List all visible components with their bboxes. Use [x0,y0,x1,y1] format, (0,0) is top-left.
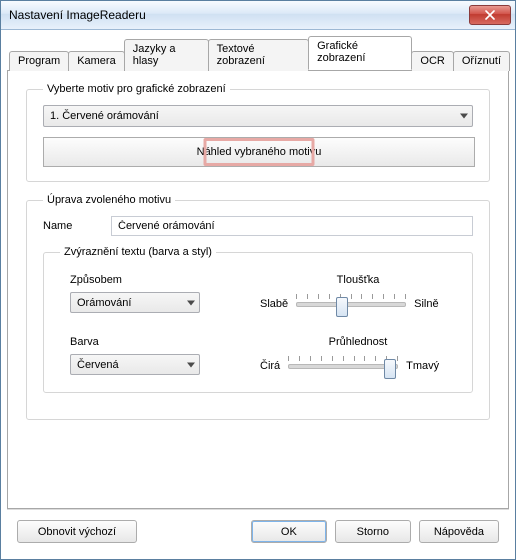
motive-legend: Vyberte motiv pro grafické zobrazení [43,83,230,95]
opacity-label: Průhlednost [260,336,456,348]
color-combo-value: Červená [77,359,119,371]
ok-button[interactable]: OK [251,520,327,543]
name-row: Name [43,216,473,236]
thickness-label: Tloušťka [260,274,456,286]
edit-motive-group: Úprava zvoleného motivu Name Zvýraznění … [26,194,490,420]
settings-window: Nastavení ImageReaderu Program Kamera Ja… [0,0,516,560]
opacity-max-label: Tmavý [406,360,439,372]
chevron-down-icon [460,114,468,119]
close-icon [485,10,495,20]
tab-jazyky[interactable]: Jazyky a hlasy [124,39,209,71]
name-label: Name [43,220,103,232]
highlight-style-group: Zvýraznění textu (barva a styl) Způsobem… [43,246,473,393]
tab-kamera[interactable]: Kamera [68,51,125,71]
method-combo-value: Orámování [77,297,131,309]
edit-motive-legend: Úprava zvoleného motivu [43,194,175,206]
method-label: Způsobem [70,274,240,286]
restore-defaults-button[interactable]: Obnovit výchozí [17,520,137,543]
color-label: Barva [70,336,240,348]
dialog-footer: Obnovit výchozí OK Storno Nápověda [7,509,509,553]
thickness-slider-wrap: Slabě Silně [260,292,456,316]
opacity-cell: Průhlednost Čirá Tmavý [260,336,456,378]
chevron-down-icon [187,362,195,367]
motive-group: Vyberte motiv pro grafické zobrazení 1. … [26,83,490,182]
tab-page-graficke: Vyberte motiv pro grafické zobrazení 1. … [7,71,509,509]
window-title: Nastavení ImageReaderu [9,8,469,22]
highlight-annotation [204,138,315,166]
client-area: Program Kamera Jazyky a hlasy Textové zo… [1,30,515,559]
close-button[interactable] [469,5,511,25]
tab-strip: Program Kamera Jazyky a hlasy Textové zo… [7,36,509,71]
motive-combo-value: 1. Červené orámování [50,110,159,122]
thickness-max-label: Silně [414,298,438,310]
help-button[interactable]: Nápověda [419,520,499,543]
thickness-cell: Tloušťka Slabě Silně [260,274,456,316]
name-input[interactable] [111,216,473,236]
preview-motive-label: Náhled vybraného motivu [193,144,326,160]
opacity-slider[interactable] [288,354,398,378]
tab-oriznuti[interactable]: Oříznutí [453,51,510,71]
opacity-min-label: Čirá [260,360,280,372]
highlight-style-legend: Zvýraznění textu (barva a styl) [60,246,216,258]
motive-combo[interactable]: 1. Červené orámování [43,105,473,127]
color-combo[interactable]: Červená [70,354,200,375]
chevron-down-icon [187,300,195,305]
method-combo[interactable]: Orámování [70,292,200,313]
tab-textove[interactable]: Textové zobrazení [208,39,309,71]
cancel-button[interactable]: Storno [335,520,411,543]
thickness-slider[interactable] [296,292,406,316]
opacity-slider-wrap: Čirá Tmavý [260,354,456,378]
tab-graficke[interactable]: Grafické zobrazení [308,36,412,70]
tab-ocr[interactable]: OCR [411,51,453,71]
preview-motive-button[interactable]: Náhled vybraného motivu [43,137,475,167]
color-cell: Barva Červená [70,336,240,378]
titlebar: Nastavení ImageReaderu [1,1,515,30]
tab-program[interactable]: Program [9,51,69,71]
highlight-grid: Způsobem Orámování Tloušťka Slabě [60,268,456,378]
method-cell: Způsobem Orámování [70,274,240,316]
thickness-min-label: Slabě [260,298,288,310]
